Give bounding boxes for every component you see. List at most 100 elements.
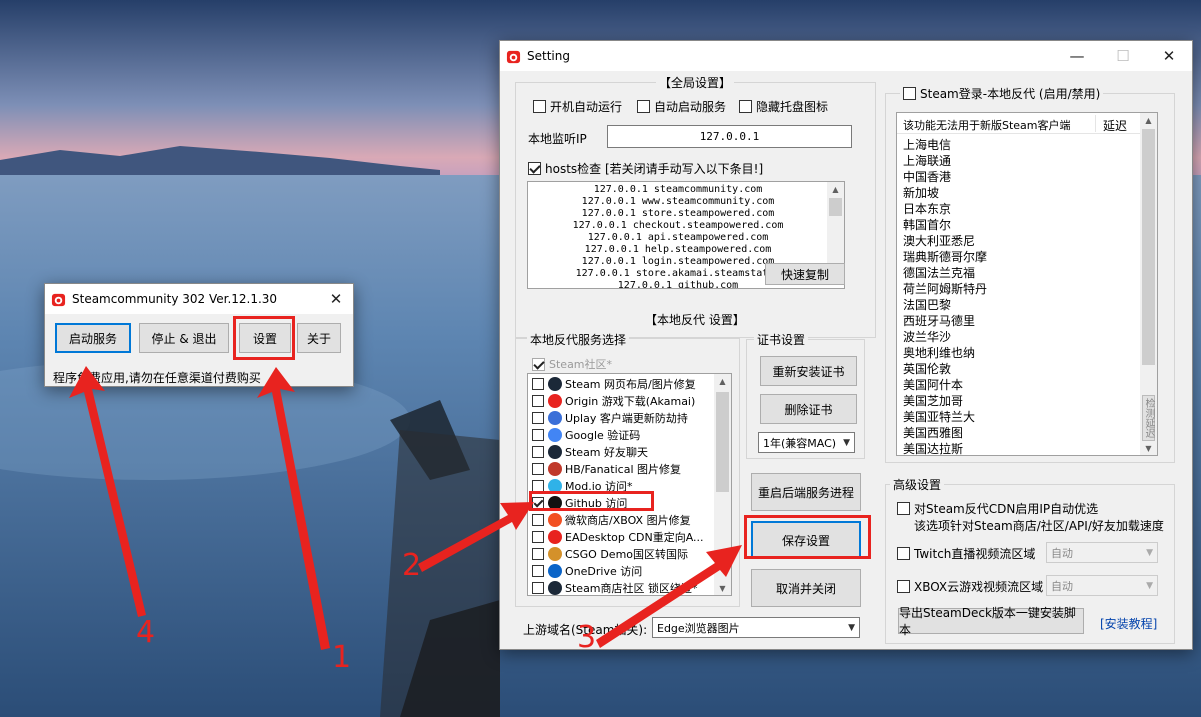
- node-list-item[interactable]: 瑞典斯德哥尔摩: [903, 249, 987, 265]
- node-list-item[interactable]: 美国芝加哥: [903, 393, 963, 409]
- service-list[interactable]: Steam 网页布局/图片修复 Origin 游戏下载(Akamai) Uplay …: [527, 373, 732, 596]
- main-window-titlebar[interactable]: Steamcommunity 302 Ver.12.1.30 ✕: [45, 284, 353, 314]
- setting-window-title: Setting: [527, 49, 570, 63]
- autostart-checkbox[interactable]: 开机自动运行: [533, 98, 622, 115]
- service-logo-icon: [548, 529, 562, 544]
- node-list-item[interactable]: 波兰华沙: [903, 329, 951, 345]
- node-list-item[interactable]: 西班牙马德里: [903, 313, 975, 329]
- about-button[interactable]: 关于: [297, 323, 341, 353]
- node-list-item[interactable]: 澳大利亚悉尼: [903, 233, 975, 249]
- quick-copy-button[interactable]: 快速复制: [765, 263, 845, 285]
- service-checkbox[interactable]: [532, 513, 544, 526]
- service-logo-icon: [548, 546, 562, 561]
- hosts-scrollbar[interactable]: ▲: [827, 182, 844, 272]
- close-icon[interactable]: ✕: [323, 284, 349, 314]
- twitch-region-checkbox[interactable]: Twitch直播视频流区域: [897, 545, 1035, 562]
- node-header-name: 该功能无法用于新版Steam客户端: [903, 119, 1071, 132]
- node-list-item[interactable]: 德国法兰克福: [903, 265, 975, 281]
- service-list-item[interactable]: Origin 游戏下载(Akamai): [532, 392, 695, 409]
- cdn-optimize-checkbox[interactable]: 对Steam反代CDN启用IP自动优选: [897, 500, 1098, 517]
- service-logo-icon: [548, 512, 562, 527]
- stop-exit-button[interactable]: 停止 & 退出: [139, 323, 229, 353]
- service-label: Origin 游戏下载(Akamai): [565, 394, 696, 408]
- main-window-title: Steamcommunity 302 Ver.12.1.30: [72, 292, 278, 306]
- start-service-button[interactable]: 启动服务: [55, 323, 131, 353]
- setting-window-titlebar[interactable]: Setting — ☐ ✕: [500, 41, 1192, 71]
- service-list-item[interactable]: Steam 网页布局/图片修复: [532, 375, 696, 392]
- node-list-item[interactable]: 美国西雅图: [903, 425, 963, 441]
- service-checkbox[interactable]: [532, 547, 544, 560]
- hosts-line: 127.0.0.1 www.steamcommunity.com: [581, 196, 775, 207]
- service-list-item[interactable]: CSGO Demo国区转国际: [532, 545, 688, 562]
- xbox-region-select[interactable]: 自动 ▼: [1046, 575, 1158, 596]
- upstream-domain-select[interactable]: Edge浏览器图片 ▼: [652, 617, 860, 638]
- service-list-item[interactable]: EADesktop CDN重定向A...: [532, 528, 704, 545]
- service-checkbox[interactable]: [532, 581, 544, 594]
- service-label: CSGO Demo国区转国际: [565, 547, 689, 561]
- xbox-region-checkbox[interactable]: XBOX云游戏视频流区域: [897, 578, 1043, 595]
- check-latency-button[interactable]: 检测延迟: [1142, 395, 1155, 441]
- cert-period-select[interactable]: 1年(兼容MAC) ▼: [758, 432, 855, 453]
- node-list-item[interactable]: 美国阿什本: [903, 377, 963, 393]
- restart-backend-button[interactable]: 重启后端服务进程: [751, 473, 861, 511]
- service-label: 微软商店/XBOX 图片修复: [565, 513, 691, 527]
- node-list-item[interactable]: 美国达拉斯: [903, 441, 963, 455]
- delete-cert-button[interactable]: 删除证书: [760, 394, 857, 424]
- service-checkbox[interactable]: [532, 479, 544, 492]
- service-logo-icon: [548, 376, 562, 391]
- service-checkbox[interactable]: [532, 564, 544, 577]
- node-list-item[interactable]: 荷兰阿姆斯特丹: [903, 281, 987, 297]
- node-list-item[interactable]: 英国伦敦: [903, 361, 951, 377]
- app-logo-icon: [51, 293, 66, 306]
- service-list-item[interactable]: Google 验证码: [532, 426, 640, 443]
- hosts-line: 127.0.0.1 help.steampowered.com: [584, 244, 772, 255]
- service-logo-icon: [548, 563, 562, 578]
- hide-tray-checkbox[interactable]: 隐藏托盘图标: [739, 98, 828, 115]
- service-list-item[interactable]: 微软商店/XBOX 图片修复: [532, 511, 691, 528]
- chevron-down-icon: ▼: [843, 437, 850, 448]
- node-list-item[interactable]: 奥地利维也纳: [903, 345, 975, 361]
- node-list-item[interactable]: 美国亚特兰大: [903, 409, 975, 425]
- reinstall-cert-button[interactable]: 重新安装证书: [760, 356, 857, 386]
- service-checkbox[interactable]: [532, 530, 544, 543]
- auto-service-checkbox[interactable]: 自动启动服务: [637, 98, 726, 115]
- hosts-line: 127.0.0.1 api.steampowered.com: [587, 232, 769, 243]
- hosts-line: 127.0.0.1 store.steampowered.com: [581, 208, 775, 219]
- node-list-item[interactable]: 法国巴黎: [903, 297, 951, 313]
- close-icon[interactable]: ✕: [1146, 41, 1192, 71]
- annotation-box-save: [744, 515, 871, 559]
- node-list[interactable]: 该功能无法用于新版Steam客户端 延迟 上海电信 上海联通 中国香港 新加坡 日本东京…: [896, 112, 1158, 456]
- maximize-icon[interactable]: ☐: [1100, 41, 1146, 71]
- node-list-item[interactable]: 新加坡: [903, 185, 939, 201]
- minimize-icon[interactable]: —: [1054, 41, 1100, 71]
- install-tutorial-link[interactable]: [安装教程]: [1100, 615, 1157, 632]
- service-logo-icon: [548, 410, 562, 425]
- node-list-item[interactable]: 上海联通: [903, 153, 951, 169]
- steam-login-checkbox[interactable]: Steam登录-本地反代 (启用/禁用): [900, 85, 1104, 102]
- node-list-item[interactable]: 韩国首尔: [903, 217, 951, 233]
- service-checkbox[interactable]: [532, 445, 544, 458]
- node-list-item[interactable]: 中国香港: [903, 169, 951, 185]
- hosts-line: 127.0.0.1 checkout.steampowered.com: [572, 220, 784, 231]
- service-list-item[interactable]: Steam商店社区 锁区绕过*: [532, 579, 698, 595]
- service-checkbox[interactable]: [532, 377, 544, 390]
- service-list-item[interactable]: Steam 好友聊天: [532, 443, 648, 460]
- node-list-scrollbar[interactable]: ▲ 检测延迟 ▼: [1140, 113, 1157, 455]
- hosts-check-checkbox[interactable]: hosts检查 [若关闭请手动写入以下条目!]: [528, 160, 763, 177]
- service-list-scrollbar[interactable]: ▲ ▼: [714, 374, 731, 595]
- service-checkbox[interactable]: [532, 428, 544, 441]
- node-list-item[interactable]: 日本东京: [903, 201, 951, 217]
- export-steamdeck-button[interactable]: 导出SteamDeck版本一键安装脚本: [898, 606, 1084, 637]
- service-list-item[interactable]: Uplay 客户端更新防劫持: [532, 409, 688, 426]
- service-select-title: 本地反代服务选择: [527, 331, 630, 348]
- node-list-item[interactable]: 上海电信: [903, 137, 951, 153]
- listen-ip-input[interactable]: 127.0.0.1: [607, 125, 852, 148]
- service-list-item[interactable]: HB/Fanatical 图片修复: [532, 460, 681, 477]
- service-checkbox[interactable]: [532, 394, 544, 407]
- cancel-close-button[interactable]: 取消并关闭: [751, 569, 861, 607]
- service-list-item[interactable]: OneDrive 访问: [532, 562, 642, 579]
- service-checkbox[interactable]: [532, 462, 544, 475]
- service-label: Google 验证码: [565, 428, 641, 442]
- service-checkbox[interactable]: [532, 411, 544, 424]
- twitch-region-select[interactable]: 自动 ▼: [1046, 542, 1158, 563]
